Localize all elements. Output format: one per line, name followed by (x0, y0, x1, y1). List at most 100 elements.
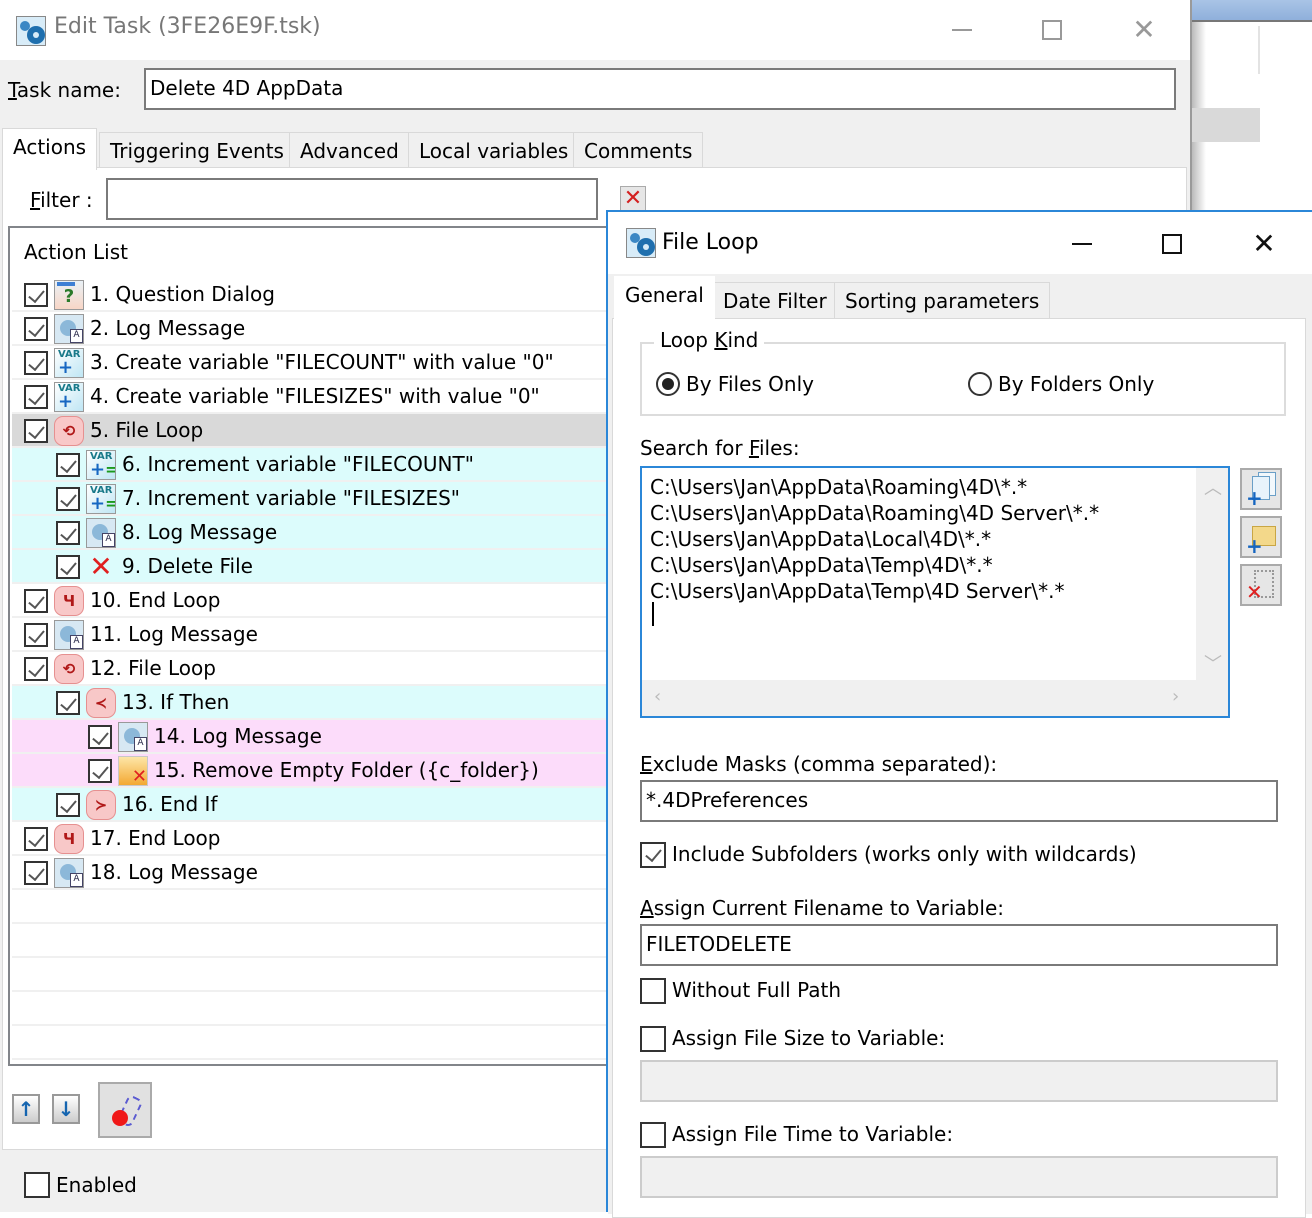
assign-file-size-input[interactable] (640, 1060, 1278, 1102)
close-button[interactable]: ✕ (1124, 12, 1164, 48)
record-button[interactable] (98, 1082, 152, 1138)
tab-general[interactable]: General (614, 276, 715, 320)
enabled-checkbox[interactable] (24, 1172, 50, 1198)
action-enabled-checkbox[interactable] (24, 351, 48, 375)
arrow-down-icon: ↓ (57, 1097, 75, 1121)
log-message-icon (54, 314, 84, 344)
action-list-item[interactable]: Ч 10. End Loop (12, 584, 626, 618)
maximize-button[interactable] (1032, 12, 1072, 48)
action-list-item[interactable]: VAR+=7. Increment variable "FILESIZES" (12, 482, 626, 516)
action-list[interactable]: Action List ?1. Question Dialog 2. Log Me… (8, 226, 628, 1066)
action-enabled-checkbox[interactable] (24, 385, 48, 409)
exclude-masks-input[interactable]: *.4DPreferences (640, 780, 1278, 822)
exclude-masks-label-text: xclude Masks (comma separated): (652, 752, 998, 776)
action-list-item[interactable]: VAR +3. Create variable "FILECOUNT" with … (12, 346, 626, 380)
action-enabled-checkbox[interactable] (24, 827, 48, 851)
action-enabled-checkbox[interactable] (24, 283, 48, 307)
action-list-item[interactable]: ? 1. Question Dialog (12, 278, 626, 312)
move-up-button[interactable]: ↑ (12, 1094, 40, 1124)
action-list-item[interactable]: 18. Log Message (12, 856, 626, 890)
scroll-left-icon[interactable]: ‹ (654, 686, 661, 707)
action-list-item[interactable]: ≺ 13. If Then (12, 686, 626, 720)
tab-triggering-events[interactable]: Triggering Events (99, 132, 295, 168)
log-message-icon (54, 620, 84, 650)
dialog-close-button[interactable]: ✕ (1244, 226, 1284, 262)
legend-text-post: ind (727, 328, 759, 352)
tab-local-variables[interactable]: Local variables (408, 132, 580, 168)
action-enabled-checkbox[interactable] (56, 521, 80, 545)
action-enabled-checkbox[interactable] (56, 691, 80, 715)
task-name-label-text: ask name: (16, 78, 121, 102)
action-enabled-checkbox[interactable] (24, 317, 48, 341)
maximize-icon (1042, 20, 1062, 40)
add-folder-button[interactable]: + (1240, 516, 1282, 558)
without-full-path-label: Without Full Path (672, 978, 842, 1002)
action-list-item[interactable]: ⟲ 12. File Loop (12, 652, 626, 686)
empty-row (12, 924, 626, 958)
remove-entry-button[interactable]: ✕ (1240, 564, 1282, 606)
action-enabled-checkbox[interactable] (88, 759, 112, 783)
close-icon: ✕ (1132, 13, 1156, 46)
dialog-title-bar: File Loop ✕ (608, 212, 1312, 274)
tab-comments[interactable]: Comments (573, 132, 704, 168)
include-subfolders-checkbox[interactable] (640, 842, 666, 868)
action-list-item[interactable]: Ч 17. End Loop (12, 822, 626, 856)
action-list-item[interactable]: 2. Log Message (12, 312, 626, 346)
action-list-item[interactable]: 11. Log Message (12, 618, 626, 652)
action-list-item[interactable]: ✕ 15. Remove Empty Folder ({c_folder}) (12, 754, 626, 788)
action-list-item[interactable]: ≻ 16. End If (12, 788, 626, 822)
increment-variable-icon: VAR+= (86, 484, 116, 514)
assign-filename-input[interactable]: FILETODELETE (640, 924, 1278, 966)
assign-file-time-checkbox[interactable] (640, 1122, 666, 1148)
action-label: 6. Increment variable "FILECOUNT" (122, 452, 474, 476)
dialog-minimize-button[interactable] (1062, 226, 1102, 262)
action-enabled-checkbox[interactable] (88, 725, 112, 749)
action-list-item[interactable]: ✕ 9. Delete File (12, 550, 626, 584)
end-if-icon: ≻ (86, 790, 116, 820)
end-loop-icon: Ч (54, 586, 84, 616)
scroll-up-icon[interactable]: ︿ (1204, 474, 1222, 500)
tab-date-filter[interactable]: Date Filter (712, 282, 838, 318)
radio-by-files-only[interactable] (656, 372, 680, 396)
action-enabled-checkbox[interactable] (56, 555, 80, 579)
vertical-scrollbar[interactable]: ︿ ﹀ (1196, 468, 1228, 680)
action-enabled-checkbox[interactable] (56, 487, 80, 511)
action-list-item[interactable]: 8. Log Message (12, 516, 626, 550)
filter-input[interactable] (106, 178, 598, 220)
without-full-path-checkbox[interactable] (640, 978, 666, 1004)
action-list-header: Action List (24, 240, 128, 264)
dialog-maximize-button[interactable] (1152, 226, 1192, 262)
action-label: 11. Log Message (90, 622, 258, 646)
tab-actions[interactable]: Actions (2, 128, 98, 170)
action-enabled-checkbox[interactable] (24, 657, 48, 681)
record-dot-icon (112, 1110, 128, 1126)
if-then-icon: ≺ (86, 688, 116, 718)
move-down-button[interactable]: ↓ (52, 1094, 80, 1124)
dialog-gears-icon (626, 228, 656, 258)
scroll-right-icon[interactable]: › (1172, 686, 1179, 707)
task-name-input[interactable]: Delete 4D AppData (144, 68, 1176, 110)
clear-filter-button[interactable]: ✕ (620, 186, 646, 212)
loop-kind-legend: Loop Kind (654, 328, 765, 352)
action-enabled-checkbox[interactable] (24, 589, 48, 613)
search-files-textarea[interactable]: C:\Users\Jan\AppData\Roaming\4D\*.* C:\U… (640, 466, 1230, 718)
assign-file-time-input[interactable] (640, 1156, 1278, 1198)
action-enabled-checkbox[interactable] (24, 861, 48, 885)
tab-sorting-parameters[interactable]: Sorting parameters (834, 282, 1051, 318)
scroll-down-icon[interactable]: ﹀ (1204, 650, 1222, 676)
action-list-rows: ?1. Question Dialog2. Log MessageVAR+3. … (12, 278, 626, 1060)
minimize-button[interactable] (942, 12, 982, 48)
add-file-button[interactable]: + (1240, 468, 1282, 510)
action-list-item[interactable]: VAR +4. Create variable "FILESIZES" with … (12, 380, 626, 414)
action-enabled-checkbox[interactable] (56, 453, 80, 477)
tab-advanced[interactable]: Advanced (289, 132, 410, 168)
action-list-item[interactable]: ⟲ 5. File Loop (12, 414, 626, 448)
action-enabled-checkbox[interactable] (56, 793, 80, 817)
action-enabled-checkbox[interactable] (24, 419, 48, 443)
action-list-item[interactable]: 14. Log Message (12, 720, 626, 754)
action-list-item[interactable]: VAR+=6. Increment variable "FILECOUNT" (12, 448, 626, 482)
assign-file-size-checkbox[interactable] (640, 1026, 666, 1052)
action-enabled-checkbox[interactable] (24, 623, 48, 647)
radio-by-folders-only[interactable] (968, 372, 992, 396)
horizontal-scrollbar[interactable]: ‹ › (642, 680, 1228, 716)
